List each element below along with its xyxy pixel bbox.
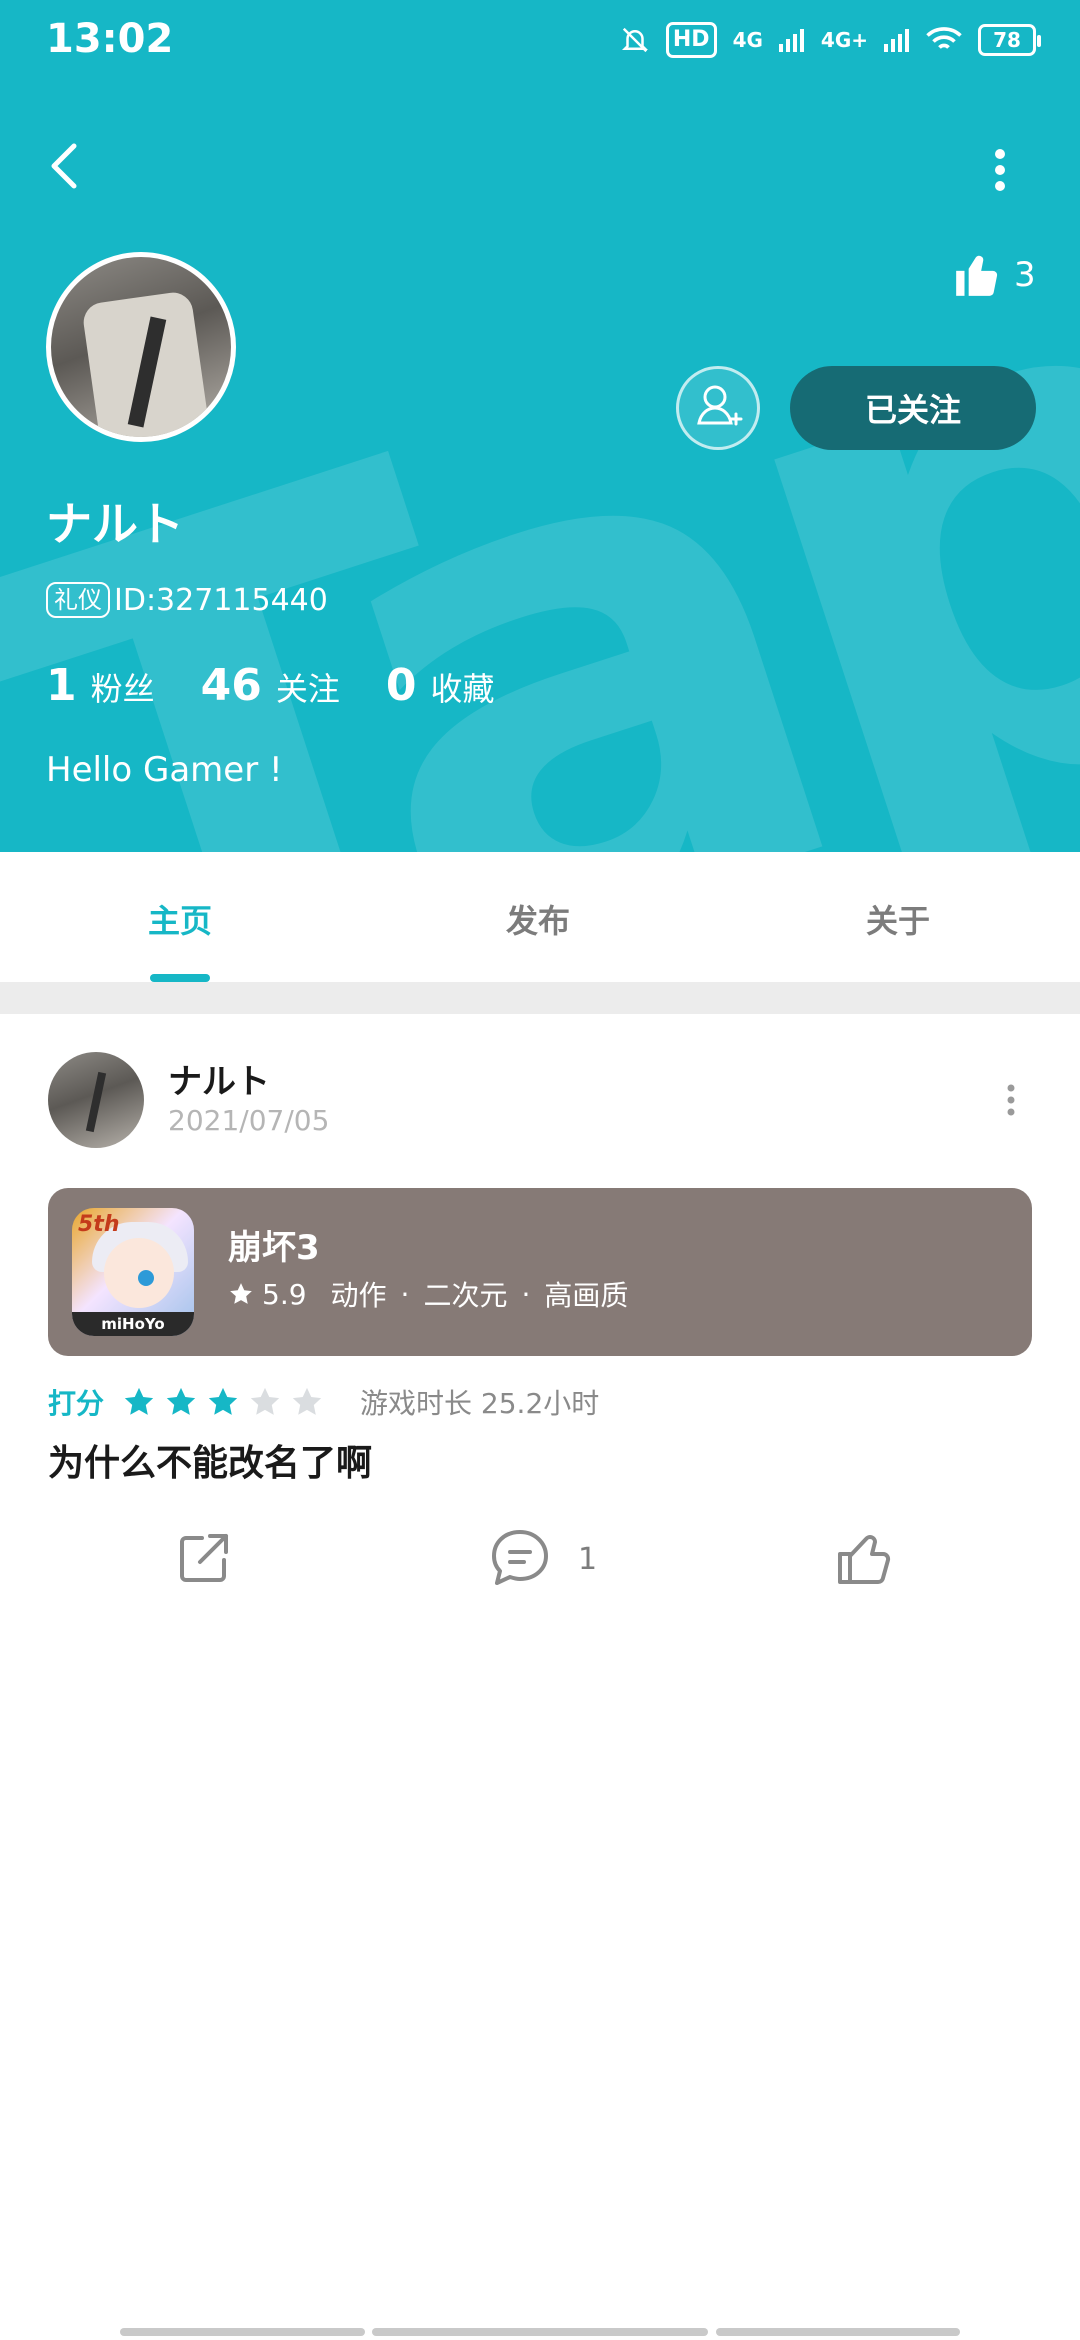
rating-stars xyxy=(122,1385,332,1419)
following-label[interactable]: 关注 xyxy=(276,664,340,710)
profile-username: ナルト xyxy=(46,497,184,551)
rating-row: 打分 游戏时长 25.2小时 xyxy=(48,1382,599,1422)
tab-active-indicator xyxy=(150,974,210,982)
rating-label: 打分 xyxy=(48,1387,105,1420)
game-score: 5.9 xyxy=(262,1277,307,1311)
tab-about[interactable]: 关于 xyxy=(866,896,930,942)
tag-separator: · xyxy=(521,1277,531,1311)
signal-icon-2 xyxy=(884,29,909,52)
status-bar: 13:02 HD 4G 4G+ 78 xyxy=(0,0,1080,84)
rating-star-icon xyxy=(250,1387,280,1415)
game-icon-badge: 5th xyxy=(78,1212,120,1237)
network-4g-label: 4G xyxy=(732,28,763,52)
profile-bio: Hello Gamer ! xyxy=(46,750,283,790)
profile-stats: 1 粉丝 46 关注 0 收藏 xyxy=(46,660,541,711)
rating-star-icon xyxy=(124,1387,154,1415)
favorites-label[interactable]: 收藏 xyxy=(431,664,495,710)
network-4g-plus-label: 4G+ xyxy=(820,28,868,52)
rating-star-icon xyxy=(208,1387,238,1415)
share-icon[interactable] xyxy=(172,1526,236,1590)
post-author-name[interactable]: ナルト xyxy=(168,1054,270,1103)
tab-posts[interactable]: 发布 xyxy=(506,896,570,942)
like-count: 3 xyxy=(1014,255,1036,295)
wifi-icon xyxy=(926,27,962,49)
follow-button[interactable]: 已关注 xyxy=(790,366,1036,450)
followers-label[interactable]: 粉丝 xyxy=(91,664,155,710)
comment-count: 1 xyxy=(578,1542,598,1577)
back-arrow-icon[interactable] xyxy=(38,136,98,196)
add-user-icon xyxy=(697,385,743,426)
section-divider xyxy=(0,982,1080,1014)
status-time: 13:02 xyxy=(46,16,174,62)
playtime: 游戏时长 25.2小时 xyxy=(360,1387,600,1420)
game-icon-brand: miHoYo xyxy=(72,1312,194,1336)
profile-avatar[interactable] xyxy=(46,252,236,442)
following-count[interactable]: 46 xyxy=(201,660,262,711)
post-date: 2021/07/05 xyxy=(168,1104,330,1137)
signal-icon xyxy=(778,29,804,52)
tab-home[interactable]: 主页 xyxy=(148,896,212,942)
add-friend-button[interactable] xyxy=(676,366,760,450)
like-icon[interactable] xyxy=(834,1526,898,1590)
profile-like-button[interactable]: 3 xyxy=(952,250,1036,300)
followers-count[interactable]: 1 xyxy=(46,660,77,711)
user-id-row: 礼仪 ID:327115440 xyxy=(46,582,328,618)
etiquette-badge[interactable]: 礼仪 xyxy=(46,582,110,618)
more-vertical-icon[interactable] xyxy=(980,140,1020,200)
profile-header: TapTap 13:02 HD 4G 4G+ 78 3 已关注 ナルト 礼仪 I… xyxy=(0,0,1080,852)
battery-icon: 78 xyxy=(978,24,1041,56)
game-meta: 5.9 动作 · 二次元 · 高画质 xyxy=(228,1274,628,1314)
mute-bell-icon xyxy=(621,27,648,53)
profile-tabs: 主页 发布 关于 xyxy=(0,852,1080,982)
game-name: 崩坏3 xyxy=(228,1228,320,1268)
tag-separator: · xyxy=(400,1277,410,1311)
post-text[interactable]: 为什么不能改名了啊 xyxy=(48,1434,372,1486)
rating-star-icon xyxy=(292,1387,322,1415)
bottom-indicator xyxy=(120,2328,365,2336)
bottom-indicator xyxy=(372,2328,708,2336)
hd-icon: HD xyxy=(665,22,717,58)
post-author-avatar[interactable] xyxy=(48,1052,144,1148)
comment-icon[interactable] xyxy=(488,1526,552,1590)
game-tag: 二次元 xyxy=(423,1279,508,1312)
post-more-icon[interactable] xyxy=(996,1080,1026,1120)
game-card[interactable]: 5th miHoYo 崩坏3 5.9 动作 · 二次元 · 高画质 xyxy=(48,1188,1032,1356)
rating-star-icon xyxy=(166,1387,196,1415)
thumbs-up-icon xyxy=(956,255,998,296)
favorites-count[interactable]: 0 xyxy=(386,660,417,711)
game-tag: 动作 xyxy=(330,1279,387,1312)
game-tag: 高画质 xyxy=(544,1279,629,1312)
status-icons: HD 4G 4G+ 78 xyxy=(620,22,1041,58)
game-icon: 5th miHoYo xyxy=(72,1208,194,1336)
star-icon xyxy=(230,1283,252,1304)
bottom-indicator xyxy=(716,2328,960,2336)
user-id: ID:327115440 xyxy=(114,582,328,618)
